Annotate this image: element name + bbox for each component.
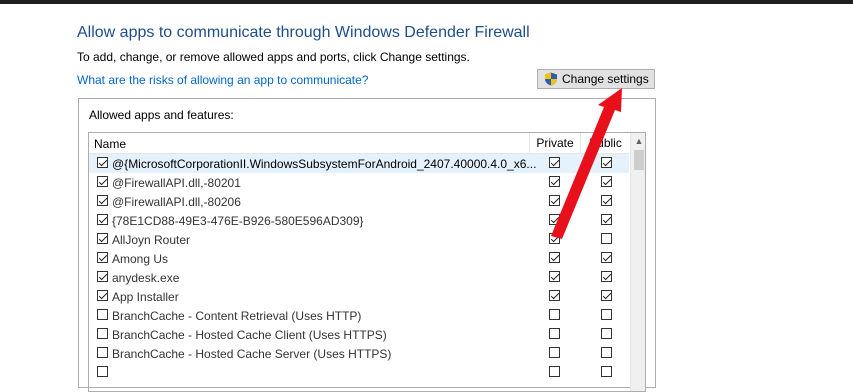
app-enabled-checkbox[interactable] <box>97 233 108 244</box>
scrollbar-thumb[interactable] <box>634 150 644 170</box>
app-name: AllJoyn Router <box>112 233 191 247</box>
private-network-checkbox[interactable] <box>549 214 560 225</box>
private-network-checkbox[interactable] <box>549 176 560 187</box>
list-item[interactable] <box>89 363 629 382</box>
app-enabled-checkbox[interactable] <box>97 271 108 282</box>
app-enabled-checkbox[interactable] <box>97 366 108 377</box>
app-name: Among Us <box>112 252 169 266</box>
window-top-edge <box>0 0 853 4</box>
app-enabled-checkbox[interactable] <box>97 195 108 206</box>
private-network-checkbox[interactable] <box>549 252 560 263</box>
app-name: BranchCache - Hosted Cache Client (Uses … <box>112 328 387 342</box>
app-name: @FirewallAPI.dll,-80201 <box>112 176 241 190</box>
list-item[interactable]: AllJoyn Router <box>89 230 629 249</box>
app-name: BranchCache - Hosted Cache Server (Uses … <box>112 347 392 361</box>
list-item[interactable]: {78E1CD88-49E3-476E-B926-580E596AD309} <box>89 211 629 230</box>
change-settings-button[interactable]: Change settings <box>537 69 655 89</box>
list-item[interactable]: BranchCache - Hosted Cache Client (Uses … <box>89 325 629 344</box>
list-item[interactable]: Among Us <box>89 249 629 268</box>
public-network-checkbox[interactable] <box>601 347 612 358</box>
column-header-name[interactable]: Name <box>94 137 126 151</box>
list-item[interactable]: App Installer <box>89 287 629 306</box>
public-network-checkbox[interactable] <box>601 176 612 187</box>
private-network-checkbox[interactable] <box>549 290 560 301</box>
app-name: BranchCache - Content Retrieval (Uses HT… <box>112 309 362 323</box>
app-name: anydesk.exe <box>112 271 180 285</box>
list-item[interactable]: anydesk.exe <box>89 268 629 287</box>
scroll-up-arrow-icon[interactable]: ▲ <box>631 133 645 149</box>
public-network-checkbox[interactable] <box>601 214 612 225</box>
app-enabled-checkbox[interactable] <box>97 176 108 187</box>
allowed-apps-label: Allowed apps and features: <box>89 108 234 122</box>
page-subtitle: To add, change, or remove allowed apps a… <box>77 50 470 64</box>
app-enabled-checkbox[interactable] <box>97 252 108 263</box>
risks-help-link[interactable]: What are the risks of allowing an app to… <box>77 73 368 87</box>
app-enabled-checkbox[interactable] <box>97 309 108 320</box>
app-name: @FirewallAPI.dll,-80206 <box>112 195 241 209</box>
app-name: {78E1CD88-49E3-476E-B926-580E596AD309} <box>112 214 364 228</box>
app-name: App Installer <box>112 290 179 304</box>
allowed-apps-list[interactable]: Name Private Public @{MicrosoftCorporati… <box>88 132 646 392</box>
private-network-checkbox[interactable] <box>549 271 560 282</box>
list-rows: @{MicrosoftCorporationII.WindowsSubsyste… <box>89 154 629 382</box>
app-enabled-checkbox[interactable] <box>97 290 108 301</box>
public-network-checkbox[interactable] <box>601 366 612 377</box>
public-network-checkbox[interactable] <box>601 233 612 244</box>
private-network-checkbox[interactable] <box>549 366 560 377</box>
app-enabled-checkbox[interactable] <box>97 214 108 225</box>
private-network-checkbox[interactable] <box>549 195 560 206</box>
list-item[interactable]: @FirewallAPI.dll,-80206 <box>89 192 629 211</box>
private-network-checkbox[interactable] <box>549 347 560 358</box>
change-settings-label: Change settings <box>562 72 649 86</box>
public-network-checkbox[interactable] <box>601 271 612 282</box>
column-header-private[interactable]: Private <box>529 133 580 153</box>
app-name: @{MicrosoftCorporationII.WindowsSubsyste… <box>112 157 537 171</box>
private-network-checkbox[interactable] <box>549 328 560 339</box>
public-network-checkbox[interactable] <box>601 252 612 263</box>
column-header-public[interactable]: Public <box>580 133 630 153</box>
public-network-checkbox[interactable] <box>601 290 612 301</box>
vertical-scrollbar[interactable]: ▲ <box>630 133 645 391</box>
page-title: Allow apps to communicate through Window… <box>77 24 530 41</box>
allowed-apps-panel: Allowed apps and features: Name Private … <box>78 98 656 392</box>
app-enabled-checkbox[interactable] <box>97 157 108 168</box>
uac-shield-icon <box>544 72 558 86</box>
app-enabled-checkbox[interactable] <box>97 328 108 339</box>
list-item[interactable]: @{MicrosoftCorporationII.WindowsSubsyste… <box>89 154 629 173</box>
list-item[interactable]: @FirewallAPI.dll,-80201 <box>89 173 629 192</box>
private-network-checkbox[interactable] <box>549 309 560 320</box>
public-network-checkbox[interactable] <box>601 328 612 339</box>
app-enabled-checkbox[interactable] <box>97 347 108 358</box>
public-network-checkbox[interactable] <box>601 157 612 168</box>
list-item[interactable]: BranchCache - Content Retrieval (Uses HT… <box>89 306 629 325</box>
private-network-checkbox[interactable] <box>549 233 560 244</box>
private-network-checkbox[interactable] <box>549 157 560 168</box>
public-network-checkbox[interactable] <box>601 309 612 320</box>
public-network-checkbox[interactable] <box>601 195 612 206</box>
list-header: Name Private Public <box>89 133 629 154</box>
list-item[interactable]: BranchCache - Hosted Cache Server (Uses … <box>89 344 629 363</box>
